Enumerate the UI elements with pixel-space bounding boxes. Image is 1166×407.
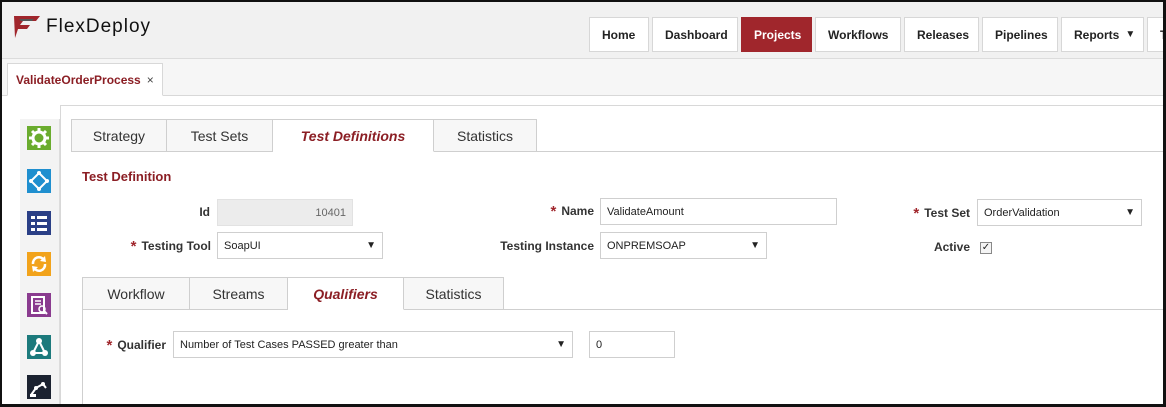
- logo-mark-icon: [14, 16, 40, 38]
- tab-label: Workflow: [107, 285, 165, 302]
- document-tab-validateorderprocess[interactable]: ValidateOrderProcess ×: [7, 63, 163, 96]
- active-label: Active: [933, 240, 970, 254]
- graph-icon[interactable]: [27, 335, 51, 359]
- testing-instance-select[interactable]: ONPREMSOAP ▼: [600, 232, 767, 259]
- document-tab-label: ValidateOrderProcess: [16, 72, 141, 87]
- id-value: 10401: [315, 206, 346, 219]
- tab-strategy[interactable]: Strategy: [71, 119, 167, 152]
- section-title: Test Definition: [82, 169, 172, 184]
- dropdown-arrow-icon: ▼: [750, 240, 760, 251]
- app-window: FlexDeploy Home Dashboard Projects Workf…: [0, 0, 1166, 407]
- close-icon[interactable]: ×: [147, 73, 154, 87]
- tab-label: Test Sets: [190, 127, 249, 144]
- dropdown-arrow-icon: ▼: [366, 240, 376, 251]
- dropdown-arrow-icon: ▼: [556, 339, 566, 350]
- nav-label: Pipelines: [995, 27, 1048, 42]
- qualifier-amount-input[interactable]: 0: [589, 331, 675, 358]
- qualifier-label: * Qualifier: [106, 337, 166, 354]
- testing-tool-label: * Testing Tool: [130, 238, 211, 255]
- nav-tools[interactable]: To: [1147, 17, 1166, 52]
- test-set-value: OrderValidation: [984, 206, 1060, 219]
- nav-label: To: [1160, 27, 1166, 42]
- nav-label: Home: [602, 27, 636, 42]
- side-toolbar: [20, 119, 60, 404]
- tab-divider: [537, 151, 1163, 152]
- list-icon[interactable]: [27, 211, 51, 235]
- name-label: * Name: [550, 203, 594, 220]
- nav-label: Projects: [754, 27, 802, 42]
- definition-subtabs: Workflow Streams Qualifiers Statistics: [82, 277, 504, 310]
- testing-instance-value: ONPREMSOAP: [607, 239, 686, 252]
- tab-label: Test Definitions: [300, 127, 406, 144]
- active-checkbox[interactable]: ✓: [980, 242, 992, 254]
- name-input[interactable]: ValidateAmount: [600, 198, 837, 225]
- testing-instance-label: Testing Instance: [500, 239, 594, 253]
- tab-label: Streams: [212, 285, 265, 302]
- nav-home[interactable]: Home: [589, 17, 649, 52]
- tab-label: Statistics: [456, 127, 513, 144]
- tab-label: Strategy: [92, 127, 146, 144]
- tab-qualifiers[interactable]: Qualifiers: [288, 277, 404, 310]
- testing-tool-value: SoapUI: [224, 239, 261, 252]
- nav-projects[interactable]: Projects: [741, 17, 812, 52]
- flexdeploy-logo[interactable]: FlexDeploy: [14, 14, 151, 40]
- tab-test-definitions[interactable]: Test Definitions: [273, 119, 434, 152]
- nav-dashboard[interactable]: Dashboard: [652, 17, 738, 52]
- test-set-select[interactable]: OrderValidation ▼: [977, 199, 1142, 226]
- main-nav: Home Dashboard Projects Workflows Releas…: [589, 17, 1166, 52]
- tab-label: Statistics: [425, 285, 482, 302]
- qualifiers-panel: [82, 309, 1163, 404]
- tab-test-sets[interactable]: Test Sets: [167, 119, 273, 152]
- id-label: Id: [199, 205, 210, 219]
- nav-label: Releases: [917, 27, 970, 42]
- name-value: ValidateAmount: [607, 205, 684, 218]
- dropdown-arrow-icon: ▼: [1125, 207, 1135, 218]
- nav-label: Reports: [1074, 27, 1120, 42]
- tab-statistics[interactable]: Statistics: [434, 119, 537, 152]
- gear-icon[interactable]: [27, 126, 51, 150]
- report-icon[interactable]: [27, 293, 51, 317]
- test-tabs: Strategy Test Sets Test Definitions Stat…: [71, 119, 537, 152]
- required-asterisk: *: [550, 203, 557, 220]
- tab-streams[interactable]: Streams: [190, 277, 288, 310]
- nav-label: Dashboard: [665, 27, 728, 42]
- refresh-icon[interactable]: [27, 252, 51, 276]
- required-asterisk: *: [106, 337, 113, 354]
- test-set-label: * Test Set: [913, 205, 970, 222]
- nav-pipelines[interactable]: Pipelines: [982, 17, 1058, 52]
- nav-workflows[interactable]: Workflows: [815, 17, 901, 52]
- tab-label: Qualifiers: [313, 285, 378, 302]
- qualifier-value: Number of Test Cases PASSED greater than: [180, 338, 398, 351]
- nav-releases[interactable]: Releases: [904, 17, 979, 52]
- caret-down-icon: ▼: [1125, 29, 1136, 40]
- tab-inner-statistics[interactable]: Statistics: [404, 277, 504, 310]
- logo-text: FlexDeploy: [46, 16, 152, 37]
- required-asterisk: *: [130, 238, 137, 255]
- qualifier-select[interactable]: Number of Test Cases PASSED greater than…: [173, 331, 573, 358]
- tab-workflow[interactable]: Workflow: [82, 277, 190, 310]
- top-header: FlexDeploy Home Dashboard Projects Workf…: [2, 2, 1166, 59]
- nav-label: Workflows: [828, 27, 889, 42]
- id-field: 10401: [217, 199, 353, 226]
- document-tab-bar: ValidateOrderProcess ×: [2, 59, 1163, 96]
- qualifier-amount-value: 0: [596, 338, 603, 351]
- nav-reports[interactable]: Reports ▼: [1061, 17, 1144, 52]
- workflow-icon[interactable]: [27, 169, 51, 193]
- required-asterisk: *: [913, 205, 920, 222]
- robot-icon[interactable]: [27, 375, 51, 399]
- testing-tool-select[interactable]: SoapUI ▼: [217, 232, 383, 259]
